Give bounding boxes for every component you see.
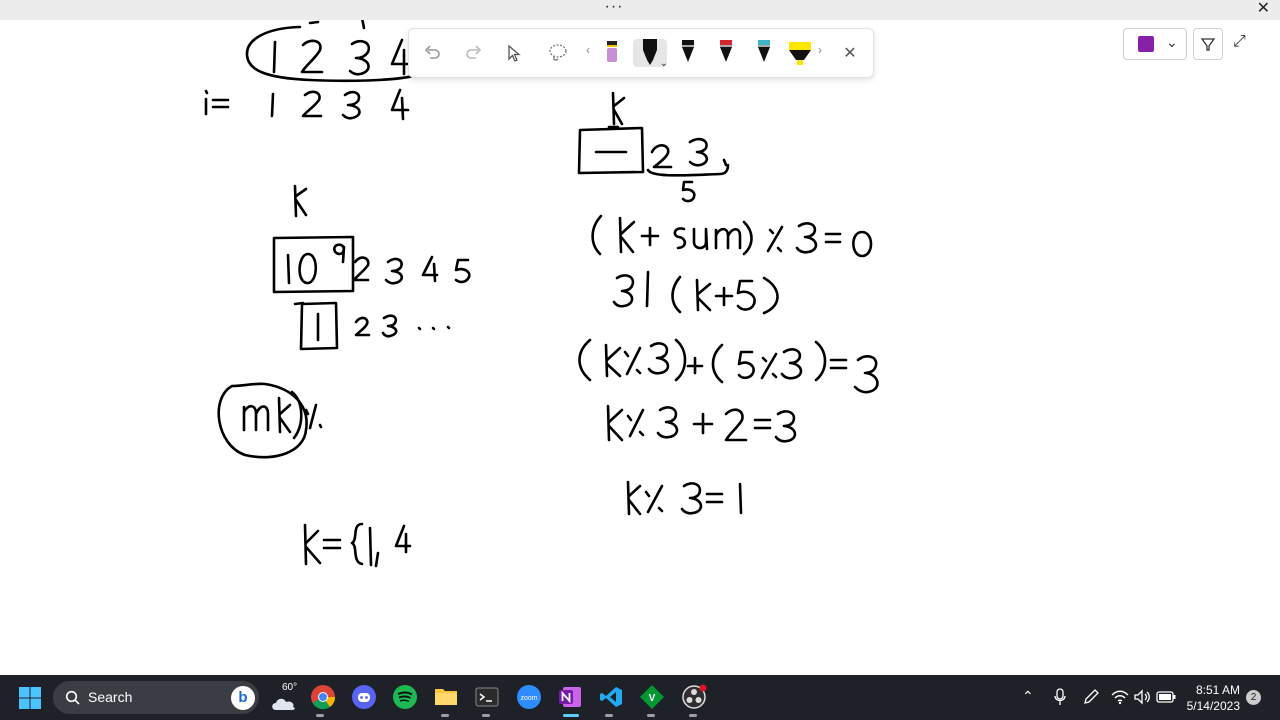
file-explorer-icon[interactable] (430, 681, 462, 713)
start-button[interactable] (14, 682, 46, 714)
window-menu-icon[interactable]: ··· (604, 0, 624, 18)
vim-icon[interactable]: V (636, 681, 668, 713)
running-indicator (441, 714, 449, 717)
handwriting-ink (204, 20, 879, 568)
chevron-down-icon: ⌄ (1166, 34, 1178, 50)
microphone-icon[interactable] (1053, 688, 1067, 706)
running-indicator (316, 714, 324, 717)
title-bar: ··· ✕ (0, 0, 1280, 20)
chrome-icon[interactable] (307, 681, 339, 713)
battery-icon[interactable] (1156, 690, 1176, 704)
drawing-mode-button[interactable] (1193, 28, 1223, 60)
funnel-icon (1200, 38, 1216, 51)
scroll-right-icon[interactable]: › (818, 43, 822, 57)
undo-icon[interactable] (419, 39, 445, 67)
terminal-icon[interactable] (471, 681, 503, 713)
notebook-icon (1138, 36, 1154, 52)
red-pen-icon[interactable] (713, 39, 739, 67)
running-indicator (689, 714, 697, 717)
black-pen-icon[interactable]: ⌄ (633, 39, 668, 69)
drawing-canvas[interactable] (0, 20, 1280, 675)
running-indicator (605, 714, 613, 717)
close-toolbar-icon[interactable]: ✕ (837, 39, 863, 67)
drawing-toolbar: ‹ ⌄ › ✕ (408, 28, 874, 78)
eraser-pen-icon[interactable] (599, 39, 625, 67)
running-indicator (647, 714, 655, 717)
weather-temp: 60° (282, 682, 298, 693)
galaxy-pen-icon[interactable] (751, 39, 777, 67)
scroll-left-icon[interactable]: ‹ (586, 43, 590, 57)
active-app-indicator (563, 714, 579, 717)
onenote-icon[interactable] (554, 681, 586, 713)
zoom-icon[interactable]: zoom (513, 681, 545, 713)
running-indicator (482, 714, 490, 717)
weather-widget[interactable]: 60° (270, 680, 302, 716)
select-icon[interactable] (501, 39, 527, 67)
bing-icon[interactable]: b (231, 686, 255, 710)
notification-badge[interactable]: 2 (1246, 690, 1261, 705)
svg-text:V: V (649, 693, 656, 704)
clock-time[interactable]: 8:51 AM (1180, 683, 1240, 697)
pen-dropdown-icon[interactable]: ⌄ (660, 58, 668, 69)
svg-text:zoom: zoom (520, 695, 537, 702)
wifi-icon[interactable] (1111, 689, 1129, 705)
window-close-button[interactable]: ✕ (1257, 1, 1270, 17)
search-label: Search (88, 689, 133, 705)
notebook-switcher[interactable]: ⌄ (1123, 28, 1187, 60)
discord-icon[interactable] (348, 681, 380, 713)
expand-icon[interactable]: ⤢ (1233, 33, 1246, 51)
vscode-icon[interactable] (595, 681, 627, 713)
obs-icon[interactable] (678, 681, 710, 713)
pen-icon[interactable] (1082, 688, 1100, 706)
volume-icon[interactable] (1133, 689, 1151, 705)
black-pen-2-icon[interactable] (675, 39, 701, 67)
spotify-icon[interactable] (389, 681, 421, 713)
yellow-highlighter-icon[interactable] (787, 39, 813, 67)
search-icon (65, 690, 80, 705)
redo-icon[interactable] (461, 39, 487, 67)
chevron-up-icon[interactable]: ⌃ (1022, 688, 1034, 705)
clock-date[interactable]: 5/14/2023 (1180, 699, 1240, 713)
windows-icon (19, 687, 41, 709)
cloud-icon (272, 698, 295, 710)
lasso-icon[interactable] (545, 39, 571, 67)
taskbar-search[interactable]: Search b (53, 681, 259, 714)
